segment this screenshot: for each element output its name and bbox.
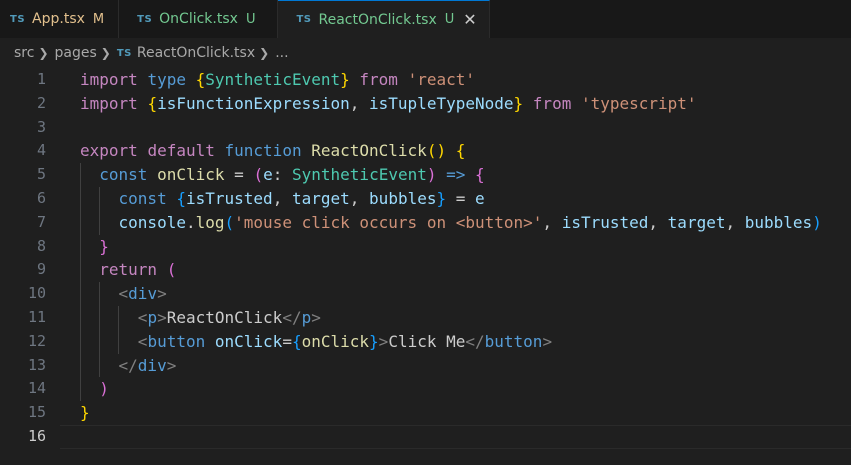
breadcrumb: src ❯ pages ❯ TS ReactOnClick.tsx ❯ ... (0, 38, 851, 68)
code-line: console.log('mouse click occurs on <butt… (118, 212, 822, 232)
line-number: 15 (27, 403, 46, 422)
line-number: 9 (36, 260, 46, 279)
chevron-right-icon: ❯ (38, 46, 49, 60)
line-number: 11 (27, 307, 46, 326)
line-number: 12 (27, 331, 46, 350)
line-number: 5 (36, 165, 46, 184)
line-number: 14 (27, 379, 46, 398)
tab-onclick-tsx[interactable]: TS OnClick.tsx U (119, 0, 279, 38)
code-line: import {isFunctionExpression, isTupleTyp… (80, 93, 697, 113)
tab-label: ReactOnClick.tsx (318, 11, 437, 28)
code-editor[interactable]: 1 2 3 4 5 6 7 8 9 10 11 12 13 14 15 16 i… (0, 68, 851, 465)
code-line: const {isTrusted, target, bubbles} = e (118, 188, 485, 208)
code-line: import type {SyntheticEvent} from 'react… (80, 70, 475, 89)
line-number: 3 (36, 117, 46, 136)
git-status-badge: M (92, 11, 105, 27)
chevron-right-icon: ❯ (259, 46, 270, 60)
breadcrumb-more[interactable]: ... (275, 45, 288, 61)
code-line: <div> (118, 284, 167, 304)
line-number-gutter: 1 2 3 4 5 6 7 8 9 10 11 12 13 14 15 16 (0, 68, 60, 449)
code-line: return ( (99, 260, 177, 280)
git-status-badge: U (245, 11, 256, 27)
close-icon[interactable]: ✕ (463, 10, 476, 29)
line-number: 16 (27, 426, 46, 445)
code-line: ) (99, 379, 109, 399)
typescript-icon: TS (116, 47, 132, 59)
breadcrumb-pages[interactable]: pages (55, 45, 97, 61)
code-line: <p>ReactOnClick</p> (137, 307, 321, 327)
tab-app-tsx[interactable]: TS App.tsx M (0, 0, 120, 38)
line-number: 2 (36, 93, 46, 112)
code-content: import type {SyntheticEvent} from 'react… (80, 68, 851, 449)
line-number: 10 (27, 284, 46, 303)
code-line: const onClick = (e: SyntheticEvent) => { (99, 165, 485, 185)
line-number: 4 (36, 141, 46, 160)
typescript-icon: TS (137, 13, 153, 25)
tab-label: App.tsx (32, 11, 85, 27)
tab-bar: TS App.tsx M TS OnClick.tsx U TS ReactOn… (0, 0, 851, 38)
code-line: } (80, 403, 90, 423)
line-number: 6 (36, 188, 46, 207)
breadcrumb-file[interactable]: ReactOnClick.tsx (137, 45, 255, 61)
git-status-badge: U (444, 12, 455, 27)
code-line: <button onClick={onClick}>Click Me</butt… (137, 331, 553, 351)
typescript-icon: TS (10, 13, 26, 25)
breadcrumb-src[interactable]: src (14, 45, 34, 61)
line-number: 1 (36, 70, 46, 88)
typescript-icon: TS (296, 14, 312, 25)
code-line: } (99, 236, 109, 256)
code-line: </div> (118, 355, 177, 375)
tab-reactonclick-tsx[interactable]: TS ReactOnClick.tsx U ✕ (278, 0, 490, 38)
line-number: 7 (36, 212, 46, 231)
code-line: export default function ReactOnClick() { (80, 141, 466, 161)
chevron-right-icon: ❯ (100, 46, 111, 60)
line-number: 13 (27, 355, 46, 374)
line-number: 8 (36, 236, 46, 255)
tab-label: OnClick.tsx (159, 11, 238, 27)
